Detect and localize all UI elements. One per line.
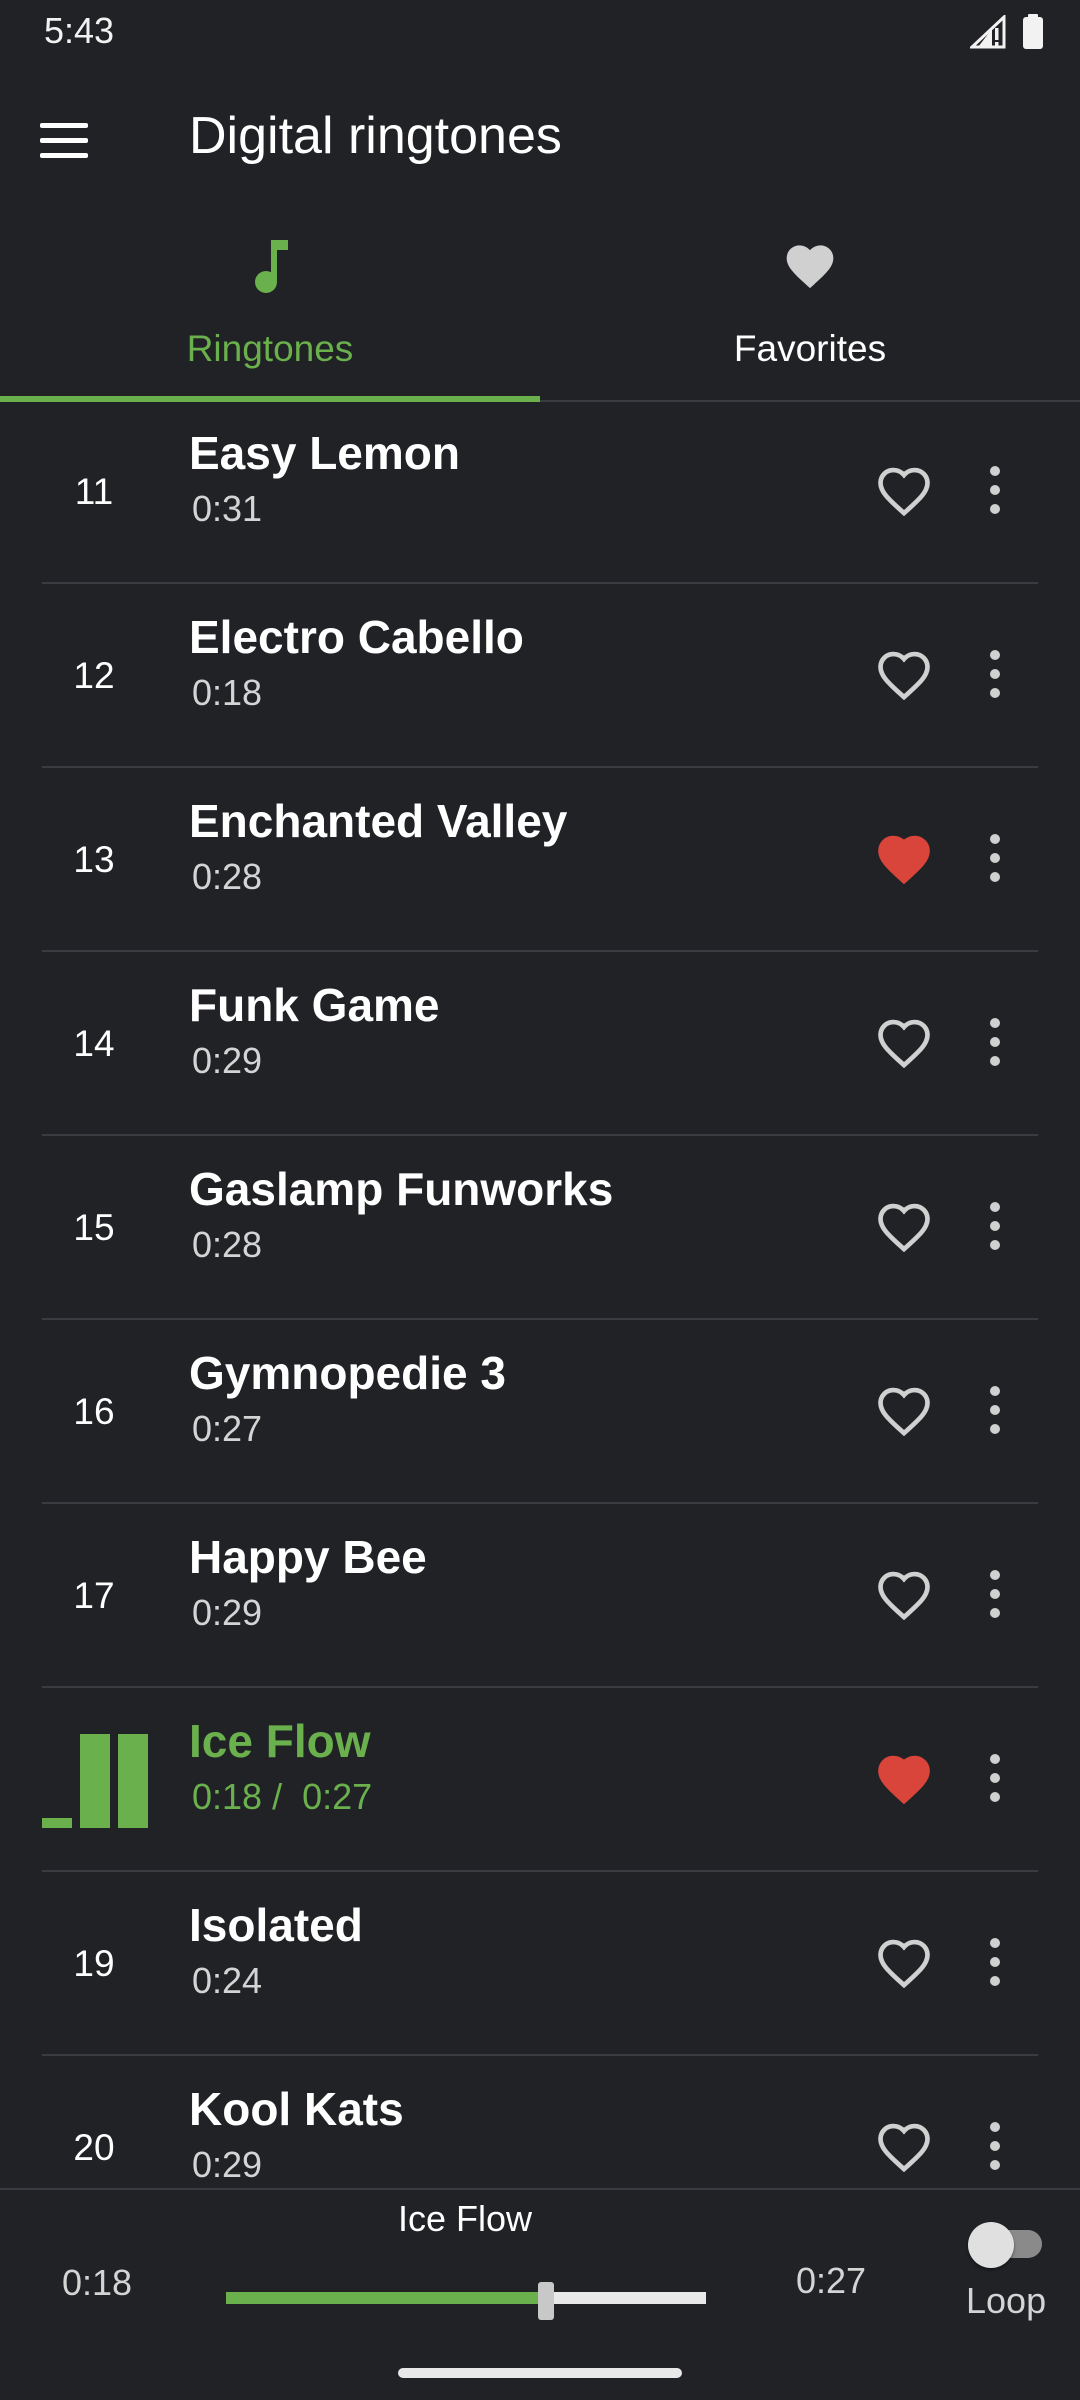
ringtone-duration: 0:29 bbox=[192, 1592, 263, 1633]
heart-outline-icon bbox=[878, 651, 930, 701]
ringtone-title: Kool Kats bbox=[189, 2083, 404, 2135]
ringtone-duration: 0:18 / 0:27 bbox=[192, 1776, 373, 1817]
ringtone-duration: 0:31 bbox=[192, 488, 263, 529]
favorite-button[interactable] bbox=[870, 1192, 938, 1260]
page-title: Digital ringtones bbox=[189, 107, 562, 165]
ringtone-number: 12 bbox=[73, 655, 115, 696]
home-gesture-handle[interactable] bbox=[398, 2368, 682, 2378]
ringtone-number: 13 bbox=[73, 839, 115, 880]
ringtone-title: Happy Bee bbox=[189, 1531, 427, 1583]
ringtone-number: 14 bbox=[73, 1023, 115, 1064]
list-item[interactable]: 15 Gaslamp Funworks 0:28 bbox=[0, 1136, 1080, 1320]
ringtone-number: 16 bbox=[73, 1391, 115, 1432]
more-options-icon[interactable] bbox=[968, 452, 1022, 528]
heart-outline-icon bbox=[878, 1203, 930, 1253]
ringtone-title: Electro Cabello bbox=[189, 611, 524, 663]
ringtone-number: 19 bbox=[73, 1943, 115, 1984]
list-item[interactable]: 20 Kool Kats 0:29 bbox=[0, 2056, 1080, 2188]
more-options-icon[interactable] bbox=[968, 2108, 1022, 2184]
more-options-icon[interactable] bbox=[968, 1372, 1022, 1448]
heart-outline-icon bbox=[878, 467, 930, 517]
list-item[interactable]: 14 Funk Game 0:29 bbox=[0, 952, 1080, 1136]
list-item[interactable]: 11 Easy Lemon 0:31 bbox=[0, 400, 1080, 584]
ringtone-duration: 0:24 bbox=[192, 1960, 263, 2001]
status-icons bbox=[970, 14, 1044, 50]
ringtone-duration: 0:28 bbox=[192, 856, 263, 897]
ringtone-number: 11 bbox=[74, 471, 114, 512]
heart-outline-icon bbox=[878, 1019, 930, 1069]
ringtone-duration: 0:27 bbox=[192, 1408, 263, 1449]
ringtone-number: 20 bbox=[73, 2127, 115, 2168]
status-bar: 5:43 bbox=[0, 0, 1080, 62]
seek-thumb[interactable] bbox=[538, 2282, 555, 2320]
favorite-button[interactable] bbox=[870, 1560, 938, 1628]
tab-bar: Ringtones Favorites bbox=[0, 212, 1080, 402]
list-item[interactable]: 17 Happy Bee 0:29 bbox=[0, 1504, 1080, 1688]
app-root: 5:43 Digital ringtones Ringtones Favorit… bbox=[0, 0, 1080, 2400]
favorite-button[interactable] bbox=[870, 1928, 938, 1996]
more-options-icon[interactable] bbox=[968, 636, 1022, 712]
favorite-button[interactable] bbox=[870, 824, 938, 892]
tab-favorites[interactable]: Favorites bbox=[540, 212, 1080, 400]
ringtone-title: Gaslamp Funworks bbox=[189, 1163, 614, 1215]
favorite-button[interactable] bbox=[870, 1376, 938, 1444]
heart-icon bbox=[786, 245, 834, 289]
heart-outline-icon bbox=[878, 1939, 930, 1989]
favorite-button[interactable] bbox=[870, 1744, 938, 1812]
status-time: 5:43 bbox=[44, 10, 115, 51]
ringtone-duration: 0:29 bbox=[192, 2144, 263, 2185]
tab-ringtones[interactable]: Ringtones bbox=[0, 212, 540, 402]
seek-bar[interactable] bbox=[226, 2282, 706, 2320]
ringtone-duration: 0:18 bbox=[192, 672, 263, 713]
ringtone-title: Isolated bbox=[189, 1899, 363, 1951]
list-item[interactable]: 13 Enchanted Valley 0:28 bbox=[0, 768, 1080, 952]
heart-outline-icon bbox=[878, 1387, 930, 1437]
ringtone-title: Gymnopedie 3 bbox=[189, 1347, 506, 1399]
menu-icon[interactable] bbox=[40, 110, 110, 170]
favorite-button[interactable] bbox=[870, 1008, 938, 1076]
heart-outline-icon bbox=[878, 1571, 930, 1621]
more-options-icon[interactable] bbox=[968, 820, 1022, 896]
ringtone-title: Enchanted Valley bbox=[189, 795, 568, 847]
tab-label-favorites: Favorites bbox=[733, 328, 887, 369]
ringtone-title: Funk Game bbox=[189, 979, 440, 1031]
more-options-icon[interactable] bbox=[968, 1004, 1022, 1080]
ringtone-duration: 0:29 bbox=[192, 1040, 263, 1081]
loop-toggle[interactable] bbox=[968, 2218, 1050, 2268]
ringtone-duration: 0:28 bbox=[192, 1224, 263, 1265]
list-item[interactable]: Ice Flow 0:18 / 0:27 bbox=[0, 1688, 1080, 1872]
signal-icon bbox=[970, 15, 1006, 49]
system-nav-bar bbox=[0, 2336, 1080, 2400]
favorite-button[interactable] bbox=[870, 640, 938, 708]
ringtone-number: 17 bbox=[73, 1575, 115, 1616]
ringtone-number: 15 bbox=[73, 1207, 115, 1248]
loop-label: Loop bbox=[966, 2280, 1047, 2321]
list-item[interactable]: 12 Electro Cabello 0:18 bbox=[0, 584, 1080, 768]
list-item[interactable]: 16 Gymnopedie 3 0:27 bbox=[0, 1320, 1080, 1504]
ringtone-title: Ice Flow bbox=[189, 1715, 371, 1767]
heart-filled-icon bbox=[878, 1755, 930, 1805]
more-options-icon[interactable] bbox=[968, 1740, 1022, 1816]
ringtone-list: 11 Easy Lemon 0:31 12 Electro Cabello 0:18 13 E… bbox=[0, 400, 1080, 2188]
favorite-button[interactable] bbox=[870, 456, 938, 524]
more-options-icon[interactable] bbox=[968, 1556, 1022, 1632]
player-total-time: 0:27 bbox=[796, 2260, 867, 2301]
player-title: Ice Flow bbox=[397, 2198, 533, 2239]
ringtone-title: Easy Lemon bbox=[189, 427, 460, 479]
player-bar: Ice Flow 0:18 0:27 Loop bbox=[0, 2188, 1080, 2338]
loop-toggle-thumb bbox=[968, 2222, 1014, 2268]
player-current-time: 0:18 bbox=[62, 2262, 133, 2303]
heart-filled-icon bbox=[878, 835, 930, 885]
favorite-button[interactable] bbox=[870, 2112, 938, 2180]
more-options-icon[interactable] bbox=[968, 1188, 1022, 1264]
list-item[interactable]: 19 Isolated 0:24 bbox=[0, 1872, 1080, 2056]
app-bar: Digital ringtones bbox=[0, 62, 1080, 212]
music-note-icon bbox=[255, 240, 288, 293]
heart-outline-icon bbox=[878, 2123, 930, 2173]
more-options-icon[interactable] bbox=[968, 1924, 1022, 2000]
seek-progress bbox=[226, 2292, 547, 2304]
tab-label-ringtones: Ringtones bbox=[186, 328, 354, 369]
equalizer-icon bbox=[42, 1734, 148, 1828]
battery-icon bbox=[1023, 14, 1043, 49]
